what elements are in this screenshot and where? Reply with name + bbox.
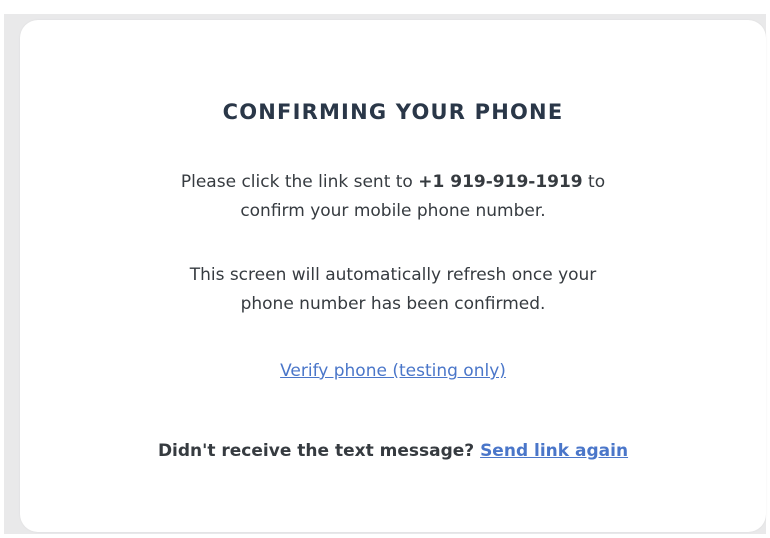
- refresh-message-line-1: This screen will automatically refresh o…: [189, 265, 597, 285]
- verify-phone-link[interactable]: Verify phone (testing only): [280, 361, 506, 381]
- send-link-again-link[interactable]: Send link again: [480, 441, 628, 461]
- verify-link-container: Verify phone (testing only): [20, 361, 766, 381]
- confirmation-message-line-1: Please click the link sent to +1 919-919…: [20, 168, 766, 197]
- confirmation-message-line-2: confirm your mobile phone number.: [240, 201, 546, 221]
- confirmation-message: Please click the link sent to +1 919-919…: [20, 168, 766, 226]
- dialog-title: CONFIRMING YOUR PHONE: [222, 100, 564, 124]
- phone-number: +1 919-919-1919: [418, 172, 583, 192]
- refresh-message-line-2: phone number has been confirmed.: [240, 294, 546, 314]
- resend-row: Didn't receive the text message? Send li…: [20, 441, 766, 461]
- message-prefix: Please click the link sent to: [180, 172, 413, 192]
- resend-prompt: Didn't receive the text message?: [157, 441, 475, 461]
- refresh-message: This screen will automatically refresh o…: [20, 261, 766, 319]
- phone-confirmation-dialog: CONFIRMING YOUR PHONE Please click the l…: [20, 20, 766, 532]
- message-suffix: to: [588, 172, 606, 192]
